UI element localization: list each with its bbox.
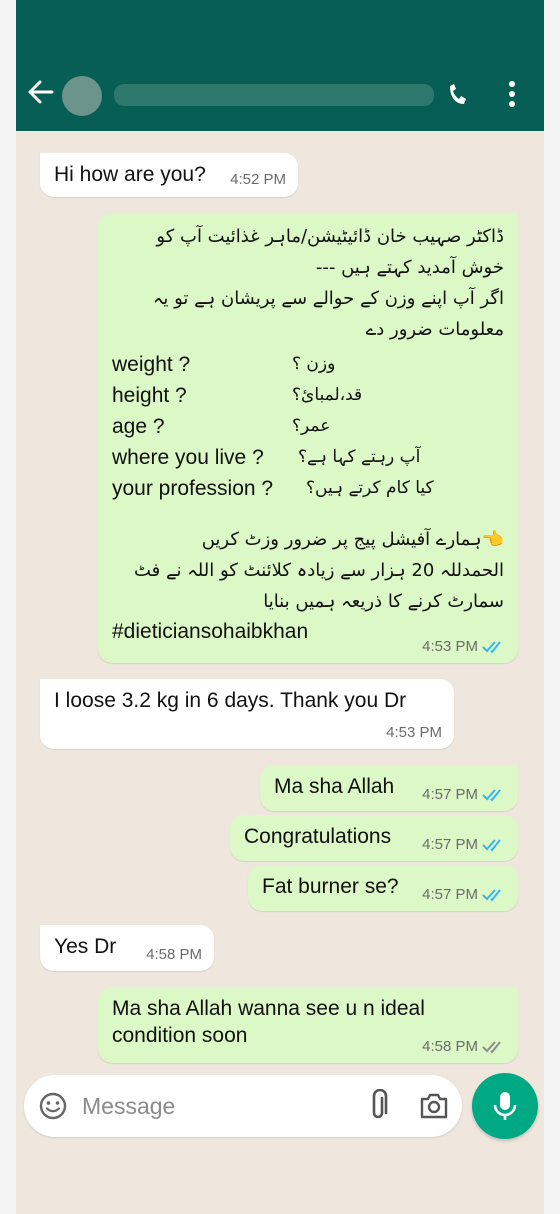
- message-meta: 4:57 PM: [422, 836, 506, 853]
- message-outgoing[interactable]: Congratulations 4:57 PM: [230, 815, 518, 861]
- question-row: height ? قد،لمبائ؟: [112, 380, 504, 411]
- read-tick-icon: [482, 838, 501, 851]
- urdu-intro-line: ڈاکٹر صہیب خان ڈائیٹیشن/ماہر غذائیت آپ ک…: [156, 226, 504, 247]
- question-row: age ? عمر؟: [112, 411, 504, 442]
- question-en: your profession ?: [112, 477, 274, 500]
- message-composer: [24, 1075, 462, 1137]
- message-text: Congratulations: [244, 825, 392, 848]
- message-time: 4:53 PM: [422, 638, 478, 655]
- chat-header: [16, 0, 544, 131]
- camera-icon[interactable]: [418, 1091, 450, 1121]
- message-time: 4:57 PM: [422, 886, 478, 903]
- question-ur: عمر؟: [292, 416, 331, 436]
- question-en: where you live ?: [112, 446, 264, 469]
- question-en: height ?: [112, 384, 187, 407]
- question-en: weight ?: [112, 353, 191, 376]
- message-outgoing[interactable]: Ma sha Allah wanna see u n ideal conditi…: [98, 987, 518, 1063]
- message-meta: 4:53 PM: [422, 638, 506, 655]
- question-ur: آپ رہتے کہا ہے؟: [298, 447, 421, 467]
- question-ur: وزن ؟: [292, 354, 336, 374]
- message-time: 4:57 PM: [422, 836, 478, 853]
- emoji-icon[interactable]: [38, 1091, 68, 1121]
- urdu-outro-line: 👈ہمارے آفیشل پیج پر ضرور وزٹ کریں: [201, 529, 504, 550]
- message-time: 4:52 PM: [230, 171, 286, 188]
- question-row: where you live ? آپ رہتے کہا ہے؟: [112, 442, 504, 473]
- paperclip-icon[interactable]: [364, 1088, 392, 1123]
- arrow-left-icon[interactable]: [26, 74, 56, 110]
- message-incoming[interactable]: Yes Dr 4:58 PM: [40, 925, 214, 971]
- question-row: your profession ? کیا کام کرتے ہیں؟: [112, 473, 504, 504]
- phone-icon[interactable]: [444, 78, 470, 110]
- urdu-outro-line: الحمدللہ 20 ہزار سے زیادہ کلائنٹ کو اللہ…: [133, 560, 504, 581]
- microphone-icon[interactable]: [472, 1073, 538, 1139]
- message-time: 4:57 PM: [422, 786, 478, 803]
- message-incoming[interactable]: Hi how are you? 4:52 PM: [40, 153, 298, 197]
- more-vertical-icon[interactable]: [504, 76, 520, 112]
- question-en: age ?: [112, 415, 165, 438]
- urdu-intro-line: معلومات ضرور دے: [365, 319, 504, 340]
- message-meta: 4:58 PM: [422, 1038, 506, 1055]
- question-ur: قد،لمبائ؟: [292, 385, 363, 405]
- message-text: Hi how are you?: [54, 163, 206, 186]
- urdu-intro-line: خوش آمدید کہتے ہیں ---: [315, 257, 504, 278]
- message-text: Ma sha Allah: [274, 775, 395, 798]
- read-tick-icon: [482, 888, 501, 901]
- message-meta: 4:58 PM: [146, 946, 202, 963]
- message-outgoing[interactable]: Ma sha Allah 4:57 PM: [260, 765, 518, 811]
- message-time: 4:58 PM: [146, 946, 202, 963]
- read-tick-icon: [482, 788, 501, 801]
- message-text: Yes Dr: [54, 935, 117, 958]
- delivered-tick-icon: [482, 1040, 501, 1053]
- question-ur: کیا کام کرتے ہیں؟: [306, 478, 434, 498]
- read-tick-icon: [482, 640, 501, 653]
- message-text: Fat burner se?: [262, 875, 399, 898]
- message-meta: 4:57 PM: [422, 786, 506, 803]
- message-incoming[interactable]: I loose 3.2 kg in 6 days. Thank you Dr 4…: [40, 679, 454, 749]
- contact-name-blurred[interactable]: [114, 84, 434, 106]
- message-input[interactable]: [82, 1090, 342, 1122]
- message-time: 4:58 PM: [422, 1038, 478, 1055]
- message-text: I loose 3.2 kg in 6 days. Thank you Dr: [54, 689, 407, 712]
- contact-avatar[interactable]: [62, 76, 102, 116]
- phone-screen: Hi how are you? 4:52 PM ڈاکٹر صہیب خان ڈ…: [16, 0, 544, 1214]
- message-outgoing-greeting[interactable]: ڈاکٹر صہیب خان ڈائیٹیشن/ماہر غذائیت آپ ک…: [98, 213, 518, 663]
- message-outgoing[interactable]: Fat burner se? 4:57 PM: [248, 865, 518, 911]
- urdu-outro-line: سمارٹ کرنے کا ذریعہ ہمیں بنایا: [263, 591, 504, 612]
- question-row: weight ? وزن ؟: [112, 349, 504, 380]
- message-time: 4:53 PM: [386, 724, 442, 741]
- chat-messages: Hi how are you? 4:52 PM ڈاکٹر صہیب خان ڈ…: [16, 131, 544, 1071]
- message-meta: 4:52 PM: [230, 171, 286, 188]
- message-meta: 4:57 PM: [422, 886, 506, 903]
- message-meta: 4:53 PM: [386, 724, 442, 741]
- urdu-intro-line: اگر آپ اپنے وزن کے حوالے سے پریشان ہے تو…: [152, 288, 504, 309]
